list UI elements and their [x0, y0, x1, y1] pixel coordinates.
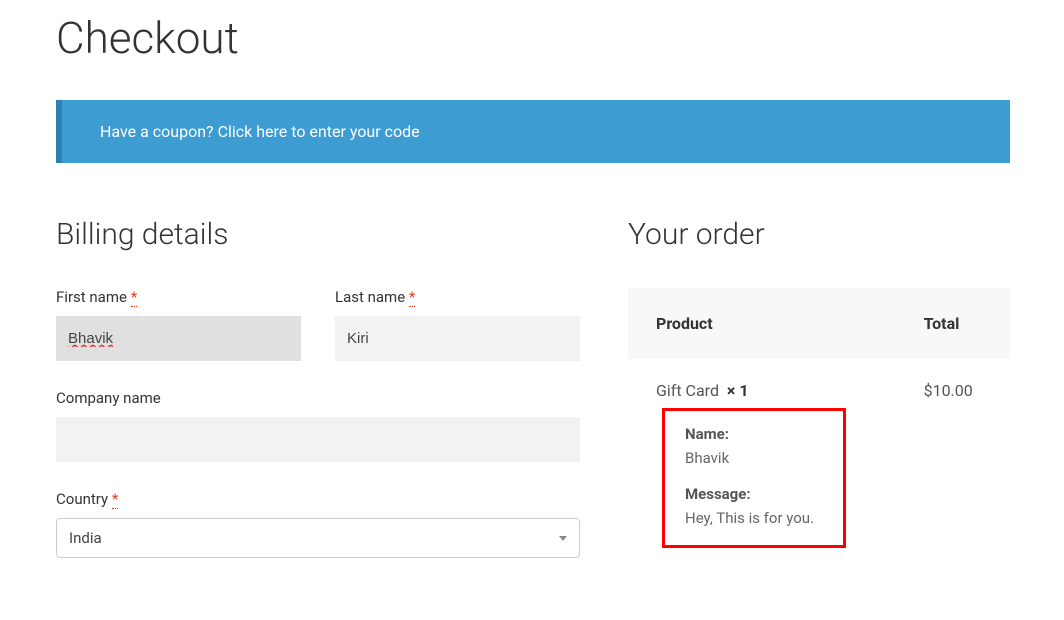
last-name-field: Last name *	[335, 288, 580, 361]
order-item-row: Gift Card × 1 Name: Bhavik Message: Hey,…	[628, 359, 1010, 558]
product-cell: Gift Card × 1 Name: Bhavik Message: Hey,…	[628, 359, 896, 558]
company-field: Company name	[56, 389, 580, 462]
last-name-required: *	[409, 288, 415, 307]
country-row: Country * India	[56, 490, 580, 558]
billing-title: Billing details	[56, 217, 580, 252]
company-row: Company name	[56, 389, 580, 462]
last-name-input[interactable]	[335, 316, 580, 361]
first-name-input[interactable]	[56, 316, 301, 361]
country-label-text: Country	[56, 490, 108, 508]
meta-message-label: Message:	[685, 485, 823, 503]
meta-highlight-box: Name: Bhavik Message: Hey, This is for y…	[662, 408, 846, 548]
product-qty-prefix: ×	[727, 381, 736, 400]
order-column: Your order Product Total Gift Card × 1 N…	[628, 217, 1010, 586]
first-name-field: First name *	[56, 288, 301, 361]
company-label: Company name	[56, 389, 580, 407]
country-select[interactable]: India	[56, 518, 580, 558]
order-title: Your order	[628, 217, 1010, 252]
meta-name-value: Bhavik	[685, 449, 823, 467]
country-selected-value: India	[69, 529, 102, 547]
total-header: Total	[896, 288, 1010, 359]
product-name: Gift Card	[656, 381, 719, 400]
price-cell: $10.00	[896, 359, 1010, 558]
product-header: Product	[628, 288, 896, 359]
page-title: Checkout	[56, 12, 1010, 64]
company-input[interactable]	[56, 417, 580, 462]
name-row: First name * Last name *	[56, 288, 580, 361]
first-name-label-text: First name	[56, 288, 127, 306]
meta-name-label: Name:	[685, 425, 823, 443]
order-header-row: Product Total	[628, 288, 1010, 359]
last-name-label: Last name *	[335, 288, 580, 306]
product-qty: 1	[739, 381, 748, 400]
first-name-required: *	[131, 288, 137, 307]
chevron-down-icon	[559, 536, 567, 541]
billing-column: Billing details First name * Last name *…	[56, 217, 580, 586]
country-label: Country *	[56, 490, 580, 508]
country-required: *	[112, 490, 118, 509]
meta-message-value: Hey, This is for you.	[685, 509, 823, 527]
last-name-label-text: Last name	[335, 288, 405, 306]
first-name-label: First name *	[56, 288, 301, 306]
main-content: Billing details First name * Last name *…	[56, 217, 1010, 586]
coupon-notice[interactable]: Have a coupon? Click here to enter your …	[56, 100, 1010, 163]
country-field: Country * India	[56, 490, 580, 558]
order-table: Product Total Gift Card × 1 Name: Bhavik…	[628, 288, 1010, 558]
